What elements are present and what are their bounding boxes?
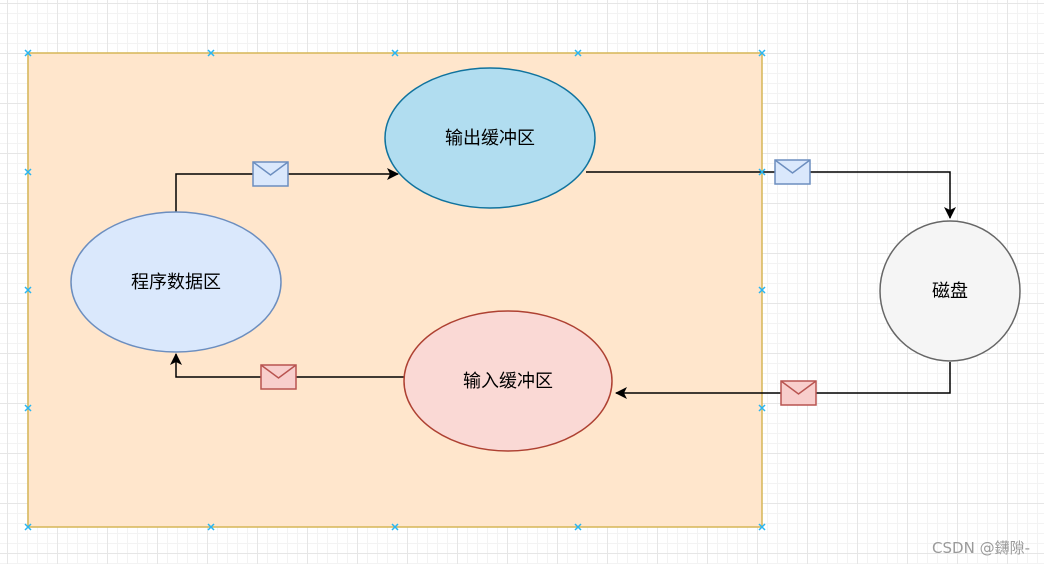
disk-label: 磁盘: [932, 281, 968, 302]
diagram-canvas: 程序数据区 输出缓冲区 输入缓冲区 磁盘: [24, 49, 1021, 531]
node-input-buffer[interactable]: 输入缓冲区: [403, 310, 613, 452]
program-data-label: 程序数据区: [131, 272, 221, 293]
watermark: CSDN @鑮隙-: [932, 539, 1030, 557]
node-program-data[interactable]: 程序数据区: [70, 211, 282, 353]
node-output-buffer[interactable]: 输出缓冲区: [384, 67, 596, 209]
envelope-icon[interactable]: [780, 380, 817, 406]
envelope-icon[interactable]: [252, 161, 289, 187]
node-disk[interactable]: 磁盘: [879, 220, 1021, 362]
envelope-icon[interactable]: [260, 364, 297, 390]
output-buffer-label: 输出缓冲区: [445, 128, 535, 149]
input-buffer-label: 输入缓冲区: [463, 371, 553, 392]
envelope-icon[interactable]: [774, 159, 811, 185]
